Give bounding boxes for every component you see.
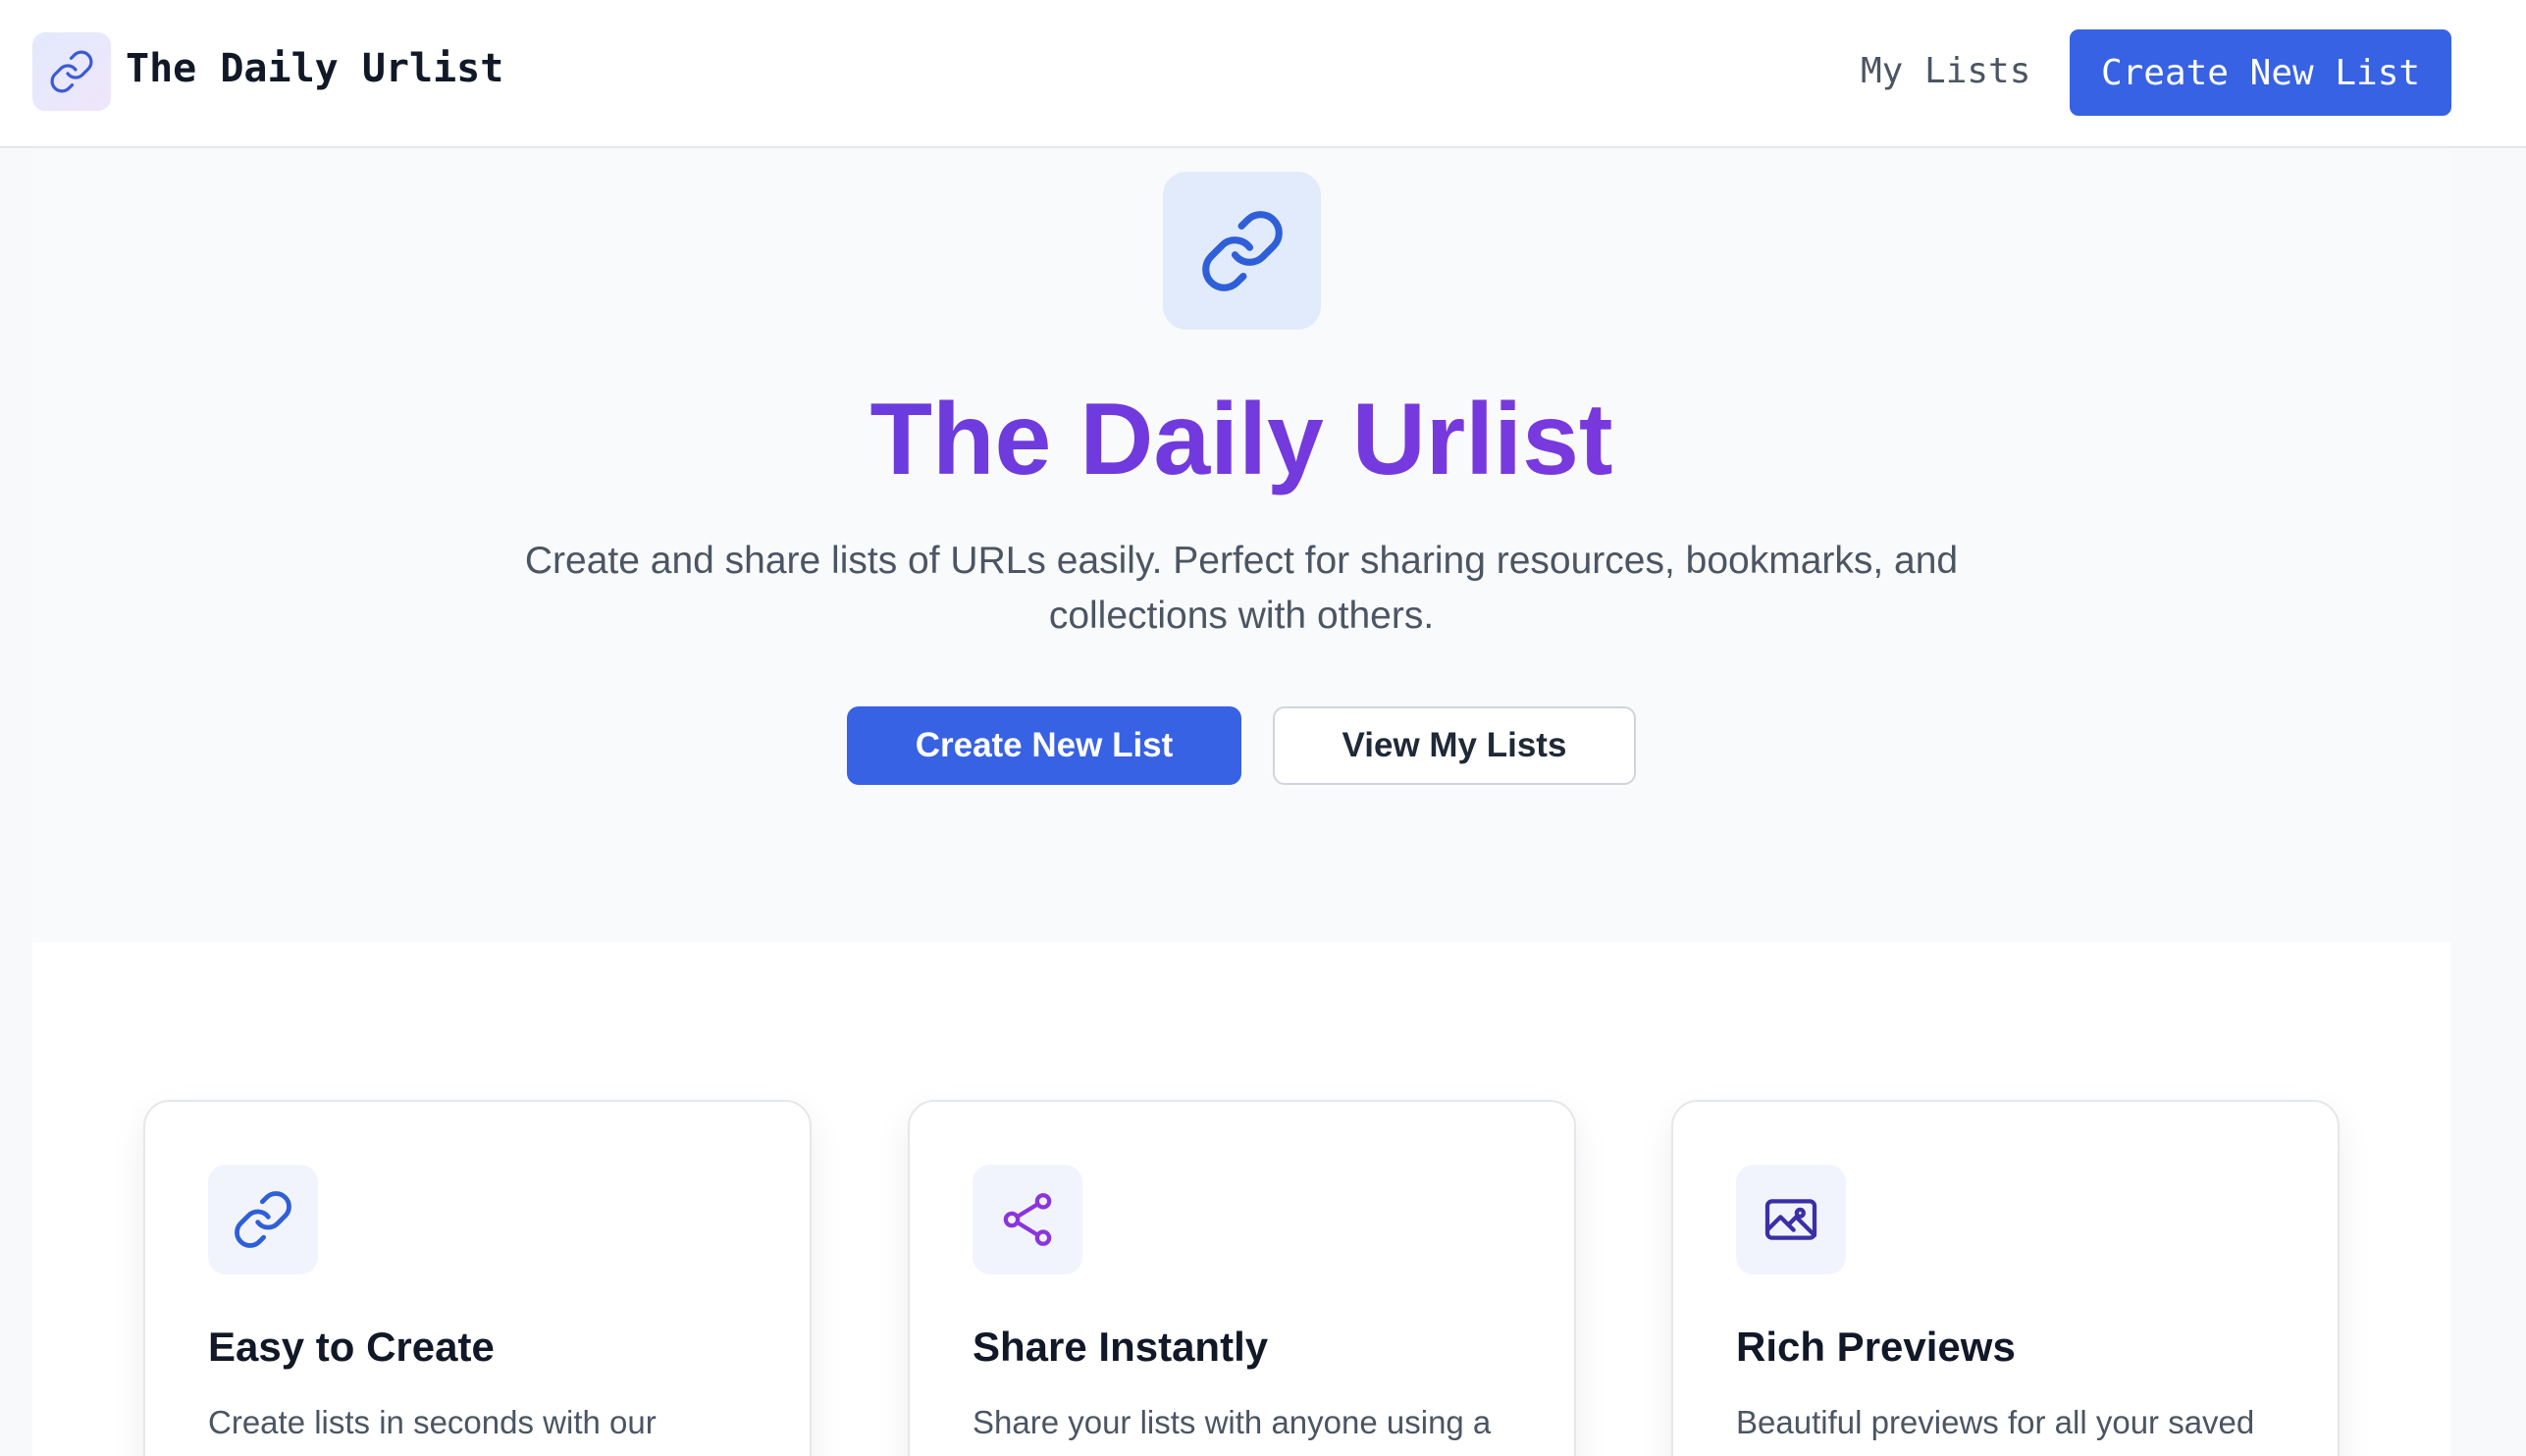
feature-card-easy-to-create: Easy to Create Create lists in seconds w… xyxy=(143,1100,812,1456)
feature-title: Share Instantly xyxy=(973,1324,1269,1370)
link-icon xyxy=(232,1188,294,1251)
view-my-lists-button[interactable]: View My Lists xyxy=(1273,706,1636,785)
create-new-list-button[interactable]: Create New List xyxy=(847,706,1241,785)
feature-icon-tile xyxy=(1736,1165,1846,1274)
feature-icon-tile xyxy=(973,1165,1082,1274)
feature-title: Easy to Create xyxy=(208,1324,495,1370)
link-icon xyxy=(1198,207,1287,295)
feature-description: Create lists in seconds with our xyxy=(208,1404,657,1440)
hero-title: The Daily Urlist xyxy=(0,381,2483,498)
link-icon xyxy=(48,48,95,95)
nav-create-new-list-button[interactable]: Create New List xyxy=(2070,29,2451,116)
brand-name[interactable]: The Daily Urlist xyxy=(126,46,503,91)
hero-subtitle: Create and share lists of URLs easily. P… xyxy=(524,540,1959,637)
nav-my-lists-link[interactable]: My Lists xyxy=(1861,51,2030,91)
feature-icon-tile xyxy=(208,1165,318,1274)
hero-icon-tile xyxy=(1163,172,1321,330)
feature-title: Rich Previews xyxy=(1736,1324,2016,1370)
feature-card-rich-previews: Rich Previews Beautiful previews for all… xyxy=(1671,1100,2340,1456)
image-icon xyxy=(1760,1188,1822,1251)
feature-description: Share your lists with anyone using a xyxy=(973,1404,1492,1440)
brand-logo[interactable] xyxy=(32,32,111,111)
feature-card-share-instantly: Share Instantly Share your lists with an… xyxy=(908,1100,1576,1456)
feature-description: Beautiful previews for all your saved xyxy=(1736,1404,2255,1440)
top-navbar: The Daily Urlist My Lists Create New Lis… xyxy=(0,0,2526,148)
share-icon xyxy=(996,1188,1059,1251)
